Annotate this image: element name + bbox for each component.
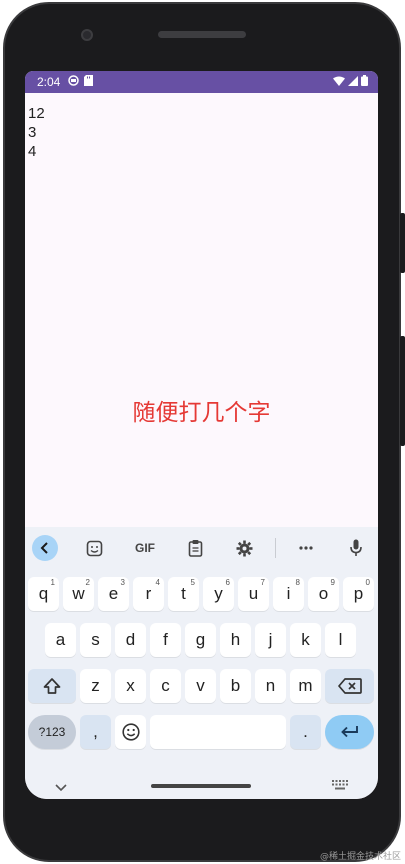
key-d[interactable]: d [115, 623, 146, 657]
list-item: 4 [28, 143, 37, 160]
enter-key[interactable] [325, 715, 374, 749]
enter-arrow-icon [340, 726, 358, 738]
status-bar: 2:04 [25, 71, 378, 93]
key-s[interactable]: s [80, 623, 111, 657]
key-u[interactable]: u7 [238, 577, 269, 611]
comma-key[interactable]: , [80, 715, 111, 749]
soft-keyboard: GIF q1 w2 e3 r4 t5 y6 u7 i8 o9 p0 a s d … [25, 527, 378, 799]
key-hint: 1 [50, 578, 55, 587]
sticker-icon[interactable] [83, 536, 105, 560]
navigation-bar [25, 765, 378, 799]
key-e[interactable]: e3 [98, 577, 129, 611]
app-notification-icon [68, 75, 80, 89]
wifi-icon [333, 75, 345, 89]
space-bar[interactable] [150, 715, 286, 749]
backspace-key[interactable] [325, 669, 374, 703]
sd-card-icon [84, 75, 94, 89]
key-label: t [181, 584, 186, 603]
gif-button[interactable]: GIF [131, 536, 159, 560]
keyboard-toolbar: GIF [25, 527, 378, 569]
key-y[interactable]: y6 [203, 577, 234, 611]
emoji-icon [121, 723, 140, 741]
key-label: u [248, 584, 259, 603]
clipboard-icon[interactable] [184, 536, 206, 560]
key-l[interactable]: l [325, 623, 356, 657]
watermark: @稀土掘金技术社区 [319, 852, 401, 862]
key-z[interactable]: z [80, 669, 111, 703]
key-p[interactable]: p0 [343, 577, 374, 611]
key-label: q [38, 584, 49, 603]
key-hint: 8 [295, 578, 300, 587]
key-label: w [72, 584, 85, 603]
key-i[interactable]: i8 [273, 577, 304, 611]
key-h[interactable]: h [220, 623, 251, 657]
key-m[interactable]: m [290, 669, 321, 703]
center-text: 随便打几个字 [132, 400, 271, 426]
key-label: r [145, 584, 152, 603]
key-label: o [318, 584, 329, 603]
key-label: e [108, 584, 119, 603]
key-w[interactable]: w2 [63, 577, 94, 611]
settings-gear-icon[interactable] [233, 536, 255, 560]
microphone-icon[interactable] [345, 536, 367, 560]
key-hint: 6 [225, 578, 230, 587]
earpiece [158, 31, 246, 38]
list-item: 3 [28, 124, 37, 141]
key-hint: 4 [155, 578, 160, 587]
key-hint: 7 [260, 578, 265, 587]
key-label: y [214, 584, 223, 603]
volume-button [400, 336, 405, 446]
key-hint: 5 [190, 578, 195, 587]
key-x[interactable]: x [115, 669, 146, 703]
period-key[interactable]: . [290, 715, 321, 749]
key-t[interactable]: t5 [168, 577, 199, 611]
hide-keyboard-icon[interactable] [55, 777, 67, 796]
shift-key[interactable] [28, 669, 76, 703]
key-hint: 9 [330, 578, 335, 587]
screen: 2:04 12 3 4 随便打几个字 GIF q 1 w 2 e 3 r 4 t… [25, 71, 378, 799]
key-hint: 2 [85, 578, 90, 587]
key-j[interactable]: j [255, 623, 286, 657]
backspace-icon [337, 678, 362, 694]
home-gesture-pill[interactable] [151, 784, 251, 788]
key-o[interactable]: o9 [308, 577, 339, 611]
list-item: 12 [28, 105, 45, 122]
key-f[interactable]: f [150, 623, 181, 657]
keyboard-switch-icon[interactable] [332, 775, 348, 794]
key-v[interactable]: v [185, 669, 216, 703]
front-camera [81, 29, 93, 41]
key-g[interactable]: g [185, 623, 216, 657]
key-q[interactable]: q1 [28, 577, 59, 611]
key-a[interactable]: a [45, 623, 76, 657]
status-time: 2:04 [37, 75, 61, 89]
key-r[interactable]: r4 [133, 577, 164, 611]
emoji-key[interactable] [115, 715, 146, 749]
key-hint: 0 [365, 578, 370, 587]
signal-icon [348, 75, 358, 89]
key-label: p [353, 584, 364, 603]
more-options-icon[interactable] [295, 536, 317, 560]
key-b[interactable]: b [220, 669, 251, 703]
key-k[interactable]: k [290, 623, 321, 657]
number-list: 12 3 4 [28, 104, 45, 161]
key-c[interactable]: c [150, 669, 181, 703]
collapse-toolbar-button[interactable] [32, 535, 58, 561]
battery-icon [361, 75, 368, 89]
symbols-switch-key[interactable]: ?123 [28, 715, 76, 749]
key-label: i [286, 584, 291, 603]
power-button [400, 213, 405, 273]
shift-arrow-icon [43, 678, 61, 694]
key-hint: 3 [120, 578, 125, 587]
toolbar-divider [275, 538, 276, 558]
key-n[interactable]: n [255, 669, 286, 703]
